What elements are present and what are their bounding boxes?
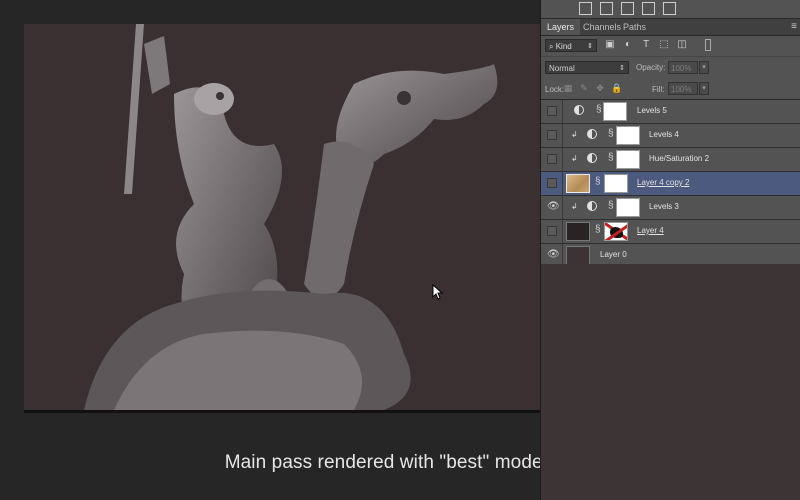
- pixel-filter-icon[interactable]: ▣: [605, 40, 615, 50]
- row-divider: [562, 220, 563, 243]
- layer-name[interactable]: Levels 5: [637, 106, 667, 115]
- layer-mask-thumbnail[interactable]: [604, 174, 628, 193]
- tool-icon-2[interactable]: [600, 2, 613, 15]
- adjustment-filter-icon[interactable]: ◐: [623, 40, 633, 50]
- smartobject-filter-icon[interactable]: ◫: [677, 40, 687, 50]
- chevron-updown-icon: ⇕: [587, 43, 593, 50]
- lock-move-icon[interactable]: ✥: [595, 83, 605, 93]
- panel-tabs: Layers Channels Paths ≡: [541, 19, 800, 36]
- layer-row[interactable]: § Layer 4: [541, 220, 800, 244]
- lock-brush-icon[interactable]: ✎: [579, 83, 589, 93]
- clipping-arrow-icon: ↲: [571, 130, 578, 139]
- fill-input[interactable]: 100%: [668, 82, 698, 95]
- artwork-canvas[interactable]: [24, 24, 540, 410]
- opacity-dropdown-icon[interactable]: ▾: [699, 61, 709, 74]
- filter-kind-label: Kind: [555, 42, 572, 51]
- layer-mask-thumbnail[interactable]: [616, 150, 640, 169]
- opacity-label: Opacity:: [636, 63, 666, 72]
- layers-list: § Levels 5 ↲ § Levels 4 ↲ § Hue/Saturati…: [541, 100, 800, 268]
- panel-menu-icon[interactable]: ≡: [791, 21, 797, 32]
- shape-filter-icon[interactable]: ⬚: [659, 40, 669, 50]
- clipping-arrow-icon: ↲: [571, 154, 578, 163]
- layer-row[interactable]: ↲ § Hue/Saturation 2: [541, 148, 800, 172]
- tool-icon-5[interactable]: [663, 2, 676, 15]
- layer-thumbnail[interactable]: [566, 174, 590, 193]
- chevron-updown-icon: ⇕: [619, 65, 625, 72]
- eye-icon[interactable]: 👁: [547, 250, 560, 260]
- clipping-arrow-icon: ↲: [571, 202, 578, 211]
- tab-layers[interactable]: Layers: [541, 19, 581, 35]
- row-divider: [562, 172, 563, 195]
- layer-name[interactable]: Hue/Saturation 2: [649, 154, 709, 163]
- layer-name[interactable]: Levels 3: [649, 202, 679, 211]
- tool-icon-4[interactable]: [642, 2, 655, 15]
- link-chain-icon: §: [608, 152, 614, 163]
- link-chain-icon: §: [596, 104, 602, 115]
- link-chain-icon: §: [595, 176, 601, 187]
- hue-saturation-adjustment-icon: [587, 153, 597, 163]
- panel-top-toolbar: [541, 0, 800, 19]
- type-filter-icon[interactable]: T: [641, 40, 651, 50]
- tool-icon-1[interactable]: [579, 2, 592, 15]
- link-chain-icon: §: [608, 128, 614, 139]
- visibility-toggle[interactable]: [547, 154, 557, 164]
- link-chain-icon: §: [608, 200, 614, 211]
- visibility-toggle[interactable]: [547, 178, 557, 188]
- layer-row[interactable]: 👁 ↲ § Levels 3: [541, 196, 800, 220]
- tool-icon-3[interactable]: [621, 2, 634, 15]
- layer-mask-thumbnail[interactable]: [616, 126, 640, 145]
- eye-icon[interactable]: 👁: [547, 202, 560, 212]
- filter-kind-select[interactable]: ⌕ Kind ⇕: [545, 39, 597, 52]
- fill-label: Fill:: [652, 85, 665, 94]
- layer-mask-thumbnail[interactable]: [603, 102, 627, 121]
- layer-mask-thumbnail[interactable]: [604, 222, 628, 241]
- levels-adjustment-icon: [587, 129, 597, 139]
- layers-empty-area: [541, 264, 800, 500]
- blend-mode-select[interactable]: Normal ⇕: [545, 61, 629, 74]
- layer-name[interactable]: Layer 0: [600, 250, 627, 259]
- layer-filter-bar: ⌕ Kind ⇕ ▣ ◐ T ⬚ ◫: [541, 36, 800, 56]
- layer-row[interactable]: § Levels 5: [541, 100, 800, 124]
- layer-name[interactable]: Levels 4: [649, 130, 679, 139]
- row-divider: [562, 124, 563, 147]
- blend-mode-value: Normal: [549, 64, 575, 73]
- row-divider: [562, 100, 563, 123]
- layer-row-selected[interactable]: § Layer 4 copy 2: [541, 172, 800, 196]
- visibility-toggle[interactable]: [547, 106, 557, 116]
- row-divider: [562, 148, 563, 171]
- mouse-pointer-icon: [432, 284, 444, 300]
- blend-row: Normal ⇕ Opacity: 100% ▾: [541, 56, 800, 79]
- layer-row[interactable]: ↲ § Levels 4: [541, 124, 800, 148]
- layer-name[interactable]: Layer 4: [637, 226, 664, 235]
- document-canvas-area: Main pass rendered with "best" mode only: [0, 0, 583, 500]
- visibility-toggle[interactable]: [547, 226, 557, 236]
- link-chain-icon: §: [595, 224, 601, 235]
- row-divider: [562, 196, 563, 219]
- opacity-input[interactable]: 100%: [668, 61, 698, 74]
- layer-thumbnail[interactable]: [566, 246, 590, 265]
- levels-adjustment-icon: [574, 105, 584, 115]
- lock-row: Lock: ▦ ✎ ✥ 🔒 Fill: 100% ▾: [541, 79, 800, 100]
- filter-toggle-switch[interactable]: [705, 39, 711, 51]
- tab-paths[interactable]: Paths: [617, 19, 652, 35]
- search-icon: ⌕: [549, 42, 556, 51]
- fill-dropdown-icon[interactable]: ▾: [699, 82, 709, 95]
- layer-mask-thumbnail[interactable]: [616, 198, 640, 217]
- visibility-toggle[interactable]: [547, 130, 557, 140]
- lock-transparent-icon[interactable]: ▦: [563, 83, 573, 93]
- levels-adjustment-icon: [587, 201, 597, 211]
- lock-all-icon[interactable]: 🔒: [611, 83, 622, 93]
- lock-label: Lock:: [545, 85, 565, 94]
- layer-thumbnail[interactable]: [566, 222, 590, 241]
- layers-panel: Layers Channels Paths ≡ ⌕ Kind ⇕ ▣ ◐ T ⬚…: [540, 0, 800, 500]
- skeleton-rider-sculpt-image: [84, 24, 498, 410]
- layer-name[interactable]: Layer 4 copy 2: [637, 178, 689, 187]
